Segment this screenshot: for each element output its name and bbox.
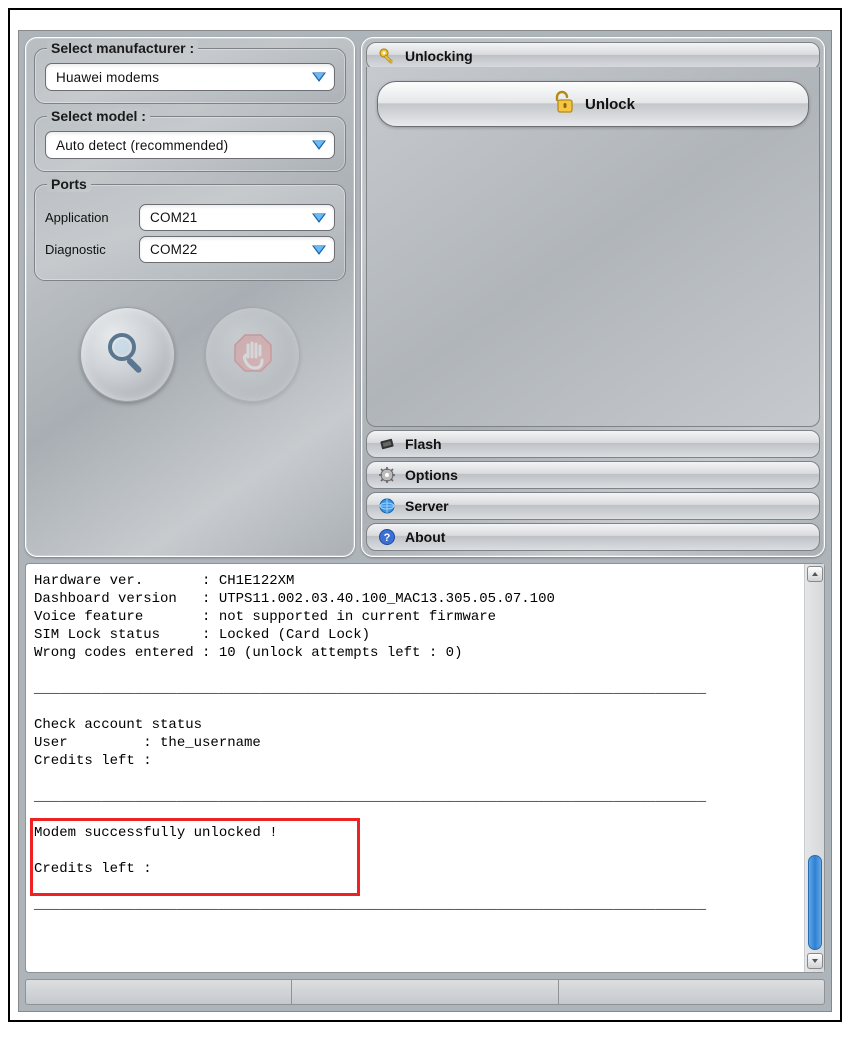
status-bar <box>25 979 825 1005</box>
scroll-thumb[interactable] <box>808 855 822 950</box>
section-flash[interactable]: Flash <box>366 430 820 458</box>
manufacturer-group-title: Select manufacturer : <box>47 40 198 56</box>
section-server-label: Server <box>405 498 449 514</box>
diagnostic-port-combo[interactable]: COM22 <box>139 236 335 263</box>
ports-group-title: Ports <box>47 176 91 192</box>
search-button[interactable] <box>80 307 175 402</box>
dropdown-arrow-icon <box>308 240 330 260</box>
unlock-button[interactable]: Unlock <box>377 81 809 127</box>
section-about-label: About <box>405 529 445 545</box>
manufacturer-group: Select manufacturer : Huawei modems <box>34 48 346 104</box>
dropdown-arrow-icon <box>308 67 330 87</box>
section-about[interactable]: ? About <box>366 523 820 551</box>
manufacturer-combo[interactable]: Huawei modems <box>45 63 335 91</box>
diagnostic-port-value: COM22 <box>150 242 308 257</box>
stop-button <box>205 307 300 402</box>
magnifier-icon <box>104 329 152 380</box>
app-window: Select manufacturer : Huawei modems Sele… <box>18 30 832 1012</box>
manufacturer-value: Huawei modems <box>56 70 308 85</box>
model-group-title: Select model : <box>47 108 150 124</box>
status-cell-1 <box>26 980 292 1004</box>
chip-icon <box>377 434 397 454</box>
svg-text:?: ? <box>384 532 391 544</box>
help-icon: ? <box>377 527 397 547</box>
log-output[interactable]: Hardware ver. : CH1E122XM Dashboard vers… <box>26 564 804 972</box>
section-server[interactable]: Server <box>366 492 820 520</box>
padlock-open-icon <box>551 89 577 119</box>
log-panel: Hardware ver. : CH1E122XM Dashboard vers… <box>25 563 825 973</box>
application-port-label: Application <box>45 210 131 225</box>
section-unlocking-label: Unlocking <box>405 48 473 64</box>
scroll-up-icon[interactable] <box>807 566 823 582</box>
stop-hand-icon <box>231 331 275 378</box>
key-icon <box>377 46 397 66</box>
left-panel: Select manufacturer : Huawei modems Sele… <box>25 37 355 557</box>
right-panel: Unlocking Unlock <box>361 37 825 557</box>
scroll-down-icon[interactable] <box>807 953 823 969</box>
log-scrollbar[interactable] <box>804 564 824 972</box>
section-unlocking[interactable]: Unlocking <box>366 42 820 70</box>
diagnostic-port-label: Diagnostic <box>45 242 131 257</box>
model-group: Select model : Auto detect (recommended) <box>34 116 346 172</box>
application-port-combo[interactable]: COM21 <box>139 204 335 231</box>
model-value: Auto detect (recommended) <box>56 138 308 153</box>
status-cell-3 <box>559 980 824 1004</box>
section-flash-label: Flash <box>405 436 442 452</box>
unlock-button-label: Unlock <box>585 96 635 113</box>
section-options-label: Options <box>405 467 458 483</box>
model-combo[interactable]: Auto detect (recommended) <box>45 131 335 159</box>
ports-group: Ports Application COM21 Diagnostic COM22 <box>34 184 346 281</box>
unlocking-body: Unlock <box>366 67 820 427</box>
dropdown-arrow-icon <box>308 135 330 155</box>
status-cell-2 <box>292 980 558 1004</box>
globe-icon <box>377 496 397 516</box>
application-port-value: COM21 <box>150 210 308 225</box>
dropdown-arrow-icon <box>308 208 330 228</box>
section-options[interactable]: Options <box>366 461 820 489</box>
gear-icon <box>377 465 397 485</box>
